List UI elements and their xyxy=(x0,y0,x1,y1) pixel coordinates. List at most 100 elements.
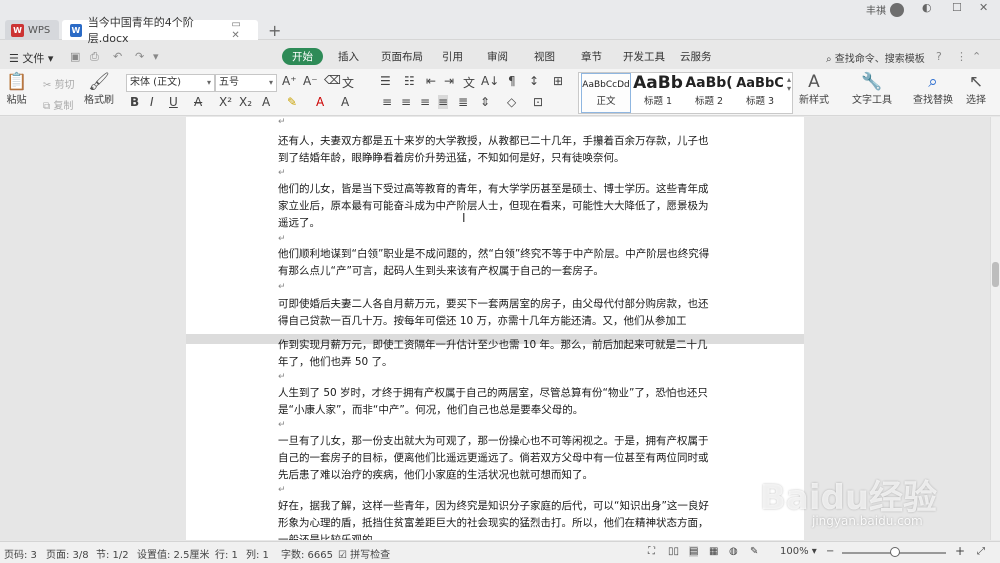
font-color-icon[interactable]: A xyxy=(316,95,324,109)
increase-indent-icon[interactable]: ⇥ xyxy=(444,74,454,88)
paragraph-1[interactable]: 还有人，夫妻双方都是五十来岁的大学教授，从教都已二十几年，手攥着百余万存款，儿子… xyxy=(278,133,712,167)
tab-home[interactable]: 开始 xyxy=(282,48,323,65)
style-heading-3[interactable]: AaBbC 标题 3 xyxy=(735,73,785,113)
highlight-icon[interactable]: ✎ xyxy=(287,95,297,109)
tab-insert[interactable]: 插入 xyxy=(338,49,359,64)
paragraph-5[interactable]: 人生到了 50 岁时，才终于拥有产权属于自己的两居室，尽管总算有份“物业”了，恐… xyxy=(278,385,712,419)
tab-review[interactable]: 审阅 xyxy=(487,49,508,64)
style-heading-2[interactable]: AaBb( 标题 2 xyxy=(683,73,735,113)
collapse-ribbon-icon[interactable]: ⌃ xyxy=(972,50,981,63)
select-button[interactable]: ↖ 选择 xyxy=(966,73,986,106)
paragraph-4[interactable]: 可即使婚后夫妻二人各自月薪万元，要买下一套两居室的房子，由父母代付部分购房款，也… xyxy=(278,296,712,330)
paragraph-spacing-icon[interactable]: ⇕ xyxy=(480,95,490,109)
paragraph-7[interactable]: 好在，据我了解，这样一些青年，因为终究是知识分子家庭的后代，可以“知识出身”这一… xyxy=(278,498,712,540)
tab-view[interactable]: 视图 xyxy=(534,49,555,64)
shading-icon[interactable]: ◇ xyxy=(507,95,516,109)
save-icon[interactable]: ▣ xyxy=(70,50,80,63)
gallery-scroll-icon[interactable]: ▴ ▾ xyxy=(787,75,791,93)
tab-page-layout[interactable]: 页面布局 xyxy=(381,49,423,64)
web-view-icon[interactable]: ◍ xyxy=(729,546,738,557)
strikethrough-icon[interactable]: A xyxy=(194,95,202,109)
spell-check-toggle[interactable]: ☑ 拼写检查 xyxy=(338,546,390,561)
justify-icon[interactable]: ≡ xyxy=(438,95,449,109)
sort-icon[interactable]: A↓ xyxy=(481,74,499,88)
status-expand-icon[interactable]: ⤢ xyxy=(977,546,985,557)
copy-button[interactable]: ⧉ 复制 xyxy=(43,97,73,112)
skin-icon[interactable]: ◐ xyxy=(922,1,932,14)
superscript-icon[interactable]: X² xyxy=(219,95,232,109)
paragraph-3[interactable]: 他们顺利地谋到“白领”职业是不成问题的，然“白领”终究不等于中产阶层。中产阶层也… xyxy=(278,246,712,280)
close-icon[interactable]: ✕ xyxy=(979,1,988,14)
zoom-out-icon[interactable]: − xyxy=(826,546,834,557)
undo-icon[interactable]: ↶ xyxy=(113,50,122,63)
italic-icon[interactable]: I xyxy=(150,95,154,109)
file-menu[interactable]: ☰ 文件 ▾ xyxy=(9,50,53,66)
text-effect-icon[interactable]: A xyxy=(262,95,270,109)
more-icon[interactable]: ⋮ xyxy=(956,50,967,63)
clear-format-icon[interactable]: ⌫ xyxy=(324,73,341,87)
distribute-icon[interactable]: ≣ xyxy=(458,95,468,109)
style-heading-1[interactable]: AaBb 标题 1 xyxy=(633,73,683,113)
font-size-select[interactable]: 五号 ▾ xyxy=(215,74,277,92)
status-word-count[interactable]: 字数: 6665 xyxy=(281,546,333,561)
line-spacing-icon[interactable]: ↕ xyxy=(529,74,539,88)
new-style-button[interactable]: A 新样式 xyxy=(799,73,829,106)
paragraph-4-continued[interactable]: 作到实现月薪万元，即使工资隔年一升估计至少也需 10 年。那么，前后加起来可就是… xyxy=(278,337,712,371)
user-account[interactable]: 丰祺 xyxy=(866,2,904,17)
underline-icon[interactable]: U xyxy=(169,95,178,109)
vertical-scrollbar[interactable] xyxy=(990,117,1000,540)
status-page-number[interactable]: 页码: 3 xyxy=(4,546,37,561)
char-shading-icon[interactable]: A xyxy=(341,95,349,109)
status-pages[interactable]: 页面: 3/8 xyxy=(46,546,89,561)
number-list-icon[interactable]: ☷ xyxy=(404,74,415,88)
format-painter-button[interactable]: 🖌 格式刷 xyxy=(84,73,114,106)
status-section[interactable]: 节: 1/2 xyxy=(96,546,129,561)
bold-icon[interactable]: B xyxy=(130,95,139,109)
tab-references[interactable]: 引用 xyxy=(442,49,463,64)
find-replace-button[interactable]: ⌕ 查找替换 xyxy=(913,73,953,106)
scrollbar-thumb[interactable] xyxy=(992,262,999,287)
align-center-icon[interactable]: ≡ xyxy=(401,95,411,109)
align-right-icon[interactable]: ≡ xyxy=(420,95,430,109)
borders-icon[interactable]: ⊞ xyxy=(553,74,563,88)
tab-developer[interactable]: 开发工具 xyxy=(623,49,665,64)
tab-close-icon[interactable]: ▭ ✕ xyxy=(231,19,252,41)
subscript-icon[interactable]: X₂ xyxy=(239,95,252,109)
tab-cloud[interactable]: 云服务 xyxy=(680,49,712,64)
status-setting[interactable]: 设置值: 2.5厘米 xyxy=(137,546,209,561)
shrink-font-icon[interactable]: A⁻ xyxy=(303,74,318,88)
write-mode-icon[interactable]: ✎ xyxy=(750,546,758,557)
paragraph-6[interactable]: 一旦有了儿女，那一份支出就大为可观了，那一份操心也不可等闲视之。于是，拥有产权属… xyxy=(278,433,712,484)
tab-chapter[interactable]: 章节 xyxy=(581,49,602,64)
cut-button[interactable]: ✂ 剪切 xyxy=(43,76,75,91)
bullet-list-icon[interactable]: ☰ xyxy=(380,74,391,88)
zoom-in-icon[interactable]: + xyxy=(955,544,965,558)
fullscreen-icon[interactable]: ⛶ xyxy=(648,546,655,557)
help-icon[interactable]: ? xyxy=(936,50,942,63)
maximize-icon[interactable]: ☐ xyxy=(952,1,962,14)
decrease-indent-icon[interactable]: ⇤ xyxy=(426,74,436,88)
font-name-select[interactable]: 宋体 (正文) ▾ xyxy=(126,74,215,92)
wps-app-tab[interactable]: W WPS xyxy=(5,20,59,40)
zoom-slider-handle[interactable] xyxy=(890,547,900,557)
border-grid-icon[interactable]: ⊡ xyxy=(533,95,543,109)
quick-access-chevron-icon[interactable]: ▾ xyxy=(153,50,159,63)
show-marks-icon[interactable]: ¶ xyxy=(508,74,516,88)
chinese-layout-icon[interactable]: 文 xyxy=(463,74,475,91)
outline-view-icon[interactable]: ▦ xyxy=(709,546,718,557)
paste-button[interactable]: 📋 粘贴 xyxy=(6,73,27,106)
grow-font-icon[interactable]: A⁺ xyxy=(282,74,297,88)
read-mode-icon[interactable]: ▯▯ xyxy=(668,546,679,557)
document-tab[interactable]: W 当今中国青年的4个阶层.docx ▭ ✕ xyxy=(62,16,258,45)
align-left-icon[interactable]: ≡ xyxy=(382,95,392,109)
style-normal[interactable]: AaBbCcDd 正文 xyxy=(581,73,631,113)
print-icon[interactable]: ⎙ xyxy=(90,50,99,64)
text-tools-button[interactable]: 🔧 文字工具 xyxy=(852,73,892,106)
command-search[interactable]: ⌕ 查找命令、搜索模板 xyxy=(826,50,925,65)
redo-icon[interactable]: ↷ xyxy=(135,50,144,63)
page-view-icon[interactable]: ▤ xyxy=(689,546,699,557)
pinyin-icon[interactable]: 文 xyxy=(342,74,354,91)
new-tab-icon[interactable]: + xyxy=(268,21,281,40)
zoom-level[interactable]: 100% ▾ xyxy=(780,546,817,557)
paragraph-2[interactable]: 他们的儿女，皆是当下受过高等教育的青年，有大学学历甚至是硕士、博士学历。这些青年… xyxy=(278,181,712,232)
